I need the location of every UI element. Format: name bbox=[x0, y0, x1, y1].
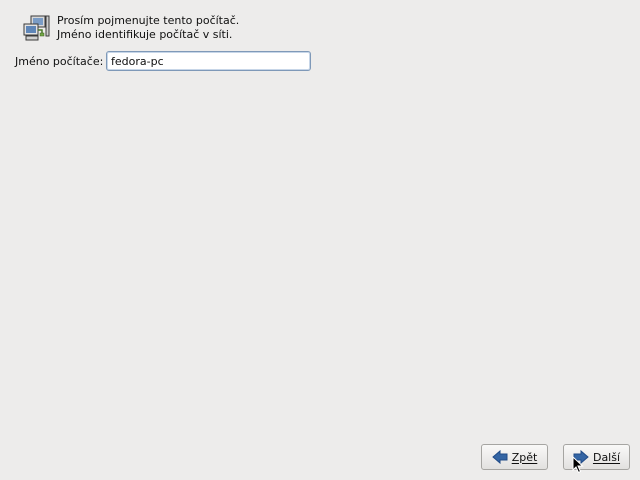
next-button-label: Další bbox=[592, 450, 621, 464]
network-computer-icon bbox=[22, 14, 50, 42]
next-button[interactable]: Další bbox=[563, 444, 630, 470]
hostname-input[interactable] bbox=[106, 51, 311, 71]
header-instructions: Prosím pojmenujte tento počítač. Jméno i… bbox=[57, 14, 239, 42]
header-line-2: Jméno identifikuje počítač v síti. bbox=[57, 28, 233, 41]
back-button-label: Zpět bbox=[511, 450, 538, 464]
arrow-left-icon bbox=[491, 450, 508, 464]
arrow-right-icon bbox=[573, 450, 589, 464]
hostname-label: Jméno počítače: bbox=[15, 55, 104, 68]
header-line-1: Prosím pojmenujte tento počítač. bbox=[57, 14, 240, 27]
back-button[interactable]: Zpět bbox=[481, 444, 548, 470]
